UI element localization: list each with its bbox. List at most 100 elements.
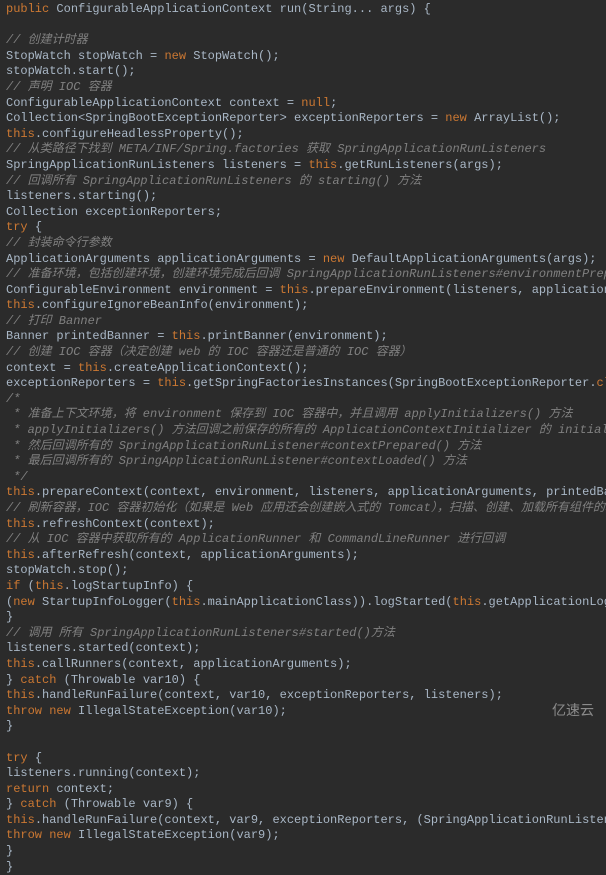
code-line[interactable] (6, 735, 600, 751)
code-line[interactable]: return context; (6, 782, 600, 798)
code-line[interactable]: this.configureHeadlessProperty(); (6, 127, 600, 143)
code-token: context = (6, 361, 78, 375)
code-line[interactable]: // 封装命令行参数 (6, 236, 600, 252)
code-token: .getSpringFactoriesInstances(SpringBootE… (186, 376, 596, 390)
code-token: IllegalStateException(var9); (78, 828, 280, 842)
code-line[interactable]: public ConfigurableApplicationContext ru… (6, 2, 600, 18)
code-line[interactable]: context = this.createApplicationContext(… (6, 361, 600, 377)
code-line[interactable]: // 准备环境，包括创建环境，创建环境完成后回调 SpringApplicati… (6, 267, 600, 283)
code-token: this (6, 813, 35, 827)
code-line[interactable]: // 回调所有 SpringApplicationRunListeners 的 … (6, 174, 600, 190)
code-line[interactable]: listeners.starting(); (6, 189, 600, 205)
code-line[interactable]: // 从 IOC 容器中获取所有的 ApplicationRunner 和 Co… (6, 532, 600, 548)
code-line[interactable]: } (6, 610, 600, 626)
code-line[interactable]: * 然后回调所有的 SpringApplicationRunListener#c… (6, 439, 600, 455)
code-token: this (6, 485, 35, 499)
code-token: } (6, 860, 13, 874)
code-line[interactable]: this.handleRunFailure(context, var9, exc… (6, 813, 600, 829)
code-line[interactable]: // 刷新容器，IOC 容器初始化（如果是 Web 应用还会创建嵌入式的 Tom… (6, 501, 600, 517)
code-line[interactable]: // 打印 Banner (6, 314, 600, 330)
code-line[interactable]: } catch (Throwable var9) { (6, 797, 600, 813)
code-token: ; (330, 96, 337, 110)
code-line[interactable]: listeners.running(context); (6, 766, 600, 782)
code-token: { (35, 220, 42, 234)
code-line[interactable]: try { (6, 220, 600, 236)
code-line[interactable]: if (this.logStartupInfo) { (6, 579, 600, 595)
code-line[interactable]: * applyInitializers() 方法回调之前保存的所有的 Appli… (6, 423, 600, 439)
code-token: // 打印 Banner (6, 314, 102, 328)
code-line[interactable]: } (6, 844, 600, 860)
code-token: .callRunners(context, applicationArgumen… (35, 657, 352, 671)
code-token: // 创建计时器 (6, 33, 88, 47)
code-token: .mainApplicationClass)).logStarted( (200, 595, 452, 609)
code-line[interactable]: stopWatch.stop(); (6, 563, 600, 579)
code-token: .configureHeadlessProperty(); (35, 127, 244, 141)
code-token: this (308, 158, 337, 172)
code-line[interactable]: } catch (Throwable var10) { (6, 673, 600, 689)
code-line[interactable]: // 调用 所有 SpringApplicationRunListeners#s… (6, 626, 600, 642)
code-token: throw new (6, 704, 78, 718)
code-line[interactable]: throw new IllegalStateException(var10); (6, 704, 600, 720)
code-editor[interactable]: public ConfigurableApplicationContext ru… (6, 2, 600, 875)
code-token: new (164, 49, 193, 63)
code-line[interactable]: * 准备上下文环境，将 environment 保存到 IOC 容器中，并且调用… (6, 407, 600, 423)
code-line[interactable]: Collection<SpringBootExceptionReporter> … (6, 111, 600, 127)
code-token: .handleRunFailure(context, var9, excepti… (35, 813, 606, 827)
code-line[interactable] (6, 18, 600, 34)
code-token: } (6, 673, 20, 687)
code-line[interactable]: ConfigurableEnvironment environment = th… (6, 283, 600, 299)
code-token: .getRunListeners(args); (337, 158, 503, 172)
code-line[interactable]: /* (6, 392, 600, 408)
code-line[interactable]: this.handleRunFailure(context, var10, ex… (6, 688, 600, 704)
code-token: class (597, 376, 606, 390)
code-token: this (453, 595, 482, 609)
code-line[interactable]: this.configureIgnoreBeanInfo(environment… (6, 298, 600, 314)
code-line[interactable]: this.afterRefresh(context, applicationAr… (6, 548, 600, 564)
code-token: (Throwable var9) { (64, 797, 194, 811)
code-line[interactable]: Collection exceptionReporters; (6, 205, 600, 221)
code-token: throw new (6, 828, 78, 842)
code-line[interactable]: // 声明 IOC 容器 (6, 80, 600, 96)
code-token: * applyInitializers() 方法回调之前保存的所有的 Appli… (6, 423, 606, 437)
code-line[interactable]: this.prepareContext(context, environment… (6, 485, 600, 501)
code-token: ArrayList(); (474, 111, 560, 125)
code-line[interactable]: listeners.started(context); (6, 641, 600, 657)
code-token: SpringApplicationRunListeners listeners … (6, 158, 308, 172)
code-line[interactable]: this.refreshContext(context); (6, 517, 600, 533)
code-line[interactable]: Banner printedBanner = this.printBanner(… (6, 329, 600, 345)
code-token: StopWatch(); (193, 49, 279, 63)
code-line[interactable]: ApplicationArguments applicationArgument… (6, 252, 600, 268)
code-token: // 从类路径下找到 META/INF/Spring.factories 获取 … (6, 142, 546, 156)
code-line[interactable]: // 创建计时器 (6, 33, 600, 49)
code-line[interactable]: ConfigurableApplicationContext context =… (6, 96, 600, 112)
code-token: catch (20, 797, 63, 811)
code-token: } (6, 797, 20, 811)
code-line[interactable]: SpringApplicationRunListeners listeners … (6, 158, 600, 174)
code-token: this (280, 283, 309, 297)
code-line[interactable]: * 最后回调所有的 SpringApplicationRunListener#c… (6, 454, 600, 470)
code-token: stopWatch.start(); (6, 64, 136, 78)
code-token: DefaultApplicationArguments(args); (352, 252, 597, 266)
code-line[interactable]: } (6, 719, 600, 735)
code-line[interactable]: this.callRunners(context, applicationArg… (6, 657, 600, 673)
code-line[interactable]: } (6, 860, 600, 875)
code-line[interactable]: (new StartupInfoLogger(this.mainApplicat… (6, 595, 600, 611)
code-token: StopWatch stopWatch = (6, 49, 164, 63)
code-token: this (172, 329, 201, 343)
code-line[interactable]: try { (6, 751, 600, 767)
code-token: .getApplicationLog(), stop (481, 595, 606, 609)
code-token: // 从 IOC 容器中获取所有的 ApplicationRunner 和 Co… (6, 532, 505, 546)
code-line[interactable]: // 从类路径下找到 META/INF/Spring.factories 获取 … (6, 142, 600, 158)
code-line[interactable]: StopWatch stopWatch = new StopWatch(); (6, 49, 600, 65)
code-token: this (35, 579, 64, 593)
code-line[interactable]: throw new IllegalStateException(var9); (6, 828, 600, 844)
code-line[interactable]: // 创建 IOC 容器（决定创建 web 的 IOC 容器还是普通的 IOC … (6, 345, 600, 361)
code-line[interactable]: stopWatch.start(); (6, 64, 600, 80)
code-token: .afterRefresh(context, applicationArgume… (35, 548, 359, 562)
code-token: context; (56, 782, 114, 796)
code-token: public (6, 2, 56, 16)
code-token: try (6, 220, 35, 234)
code-line[interactable]: exceptionReporters = this.getSpringFacto… (6, 376, 600, 392)
code-line[interactable]: */ (6, 470, 600, 486)
code-token: listeners.started(context); (6, 641, 200, 655)
